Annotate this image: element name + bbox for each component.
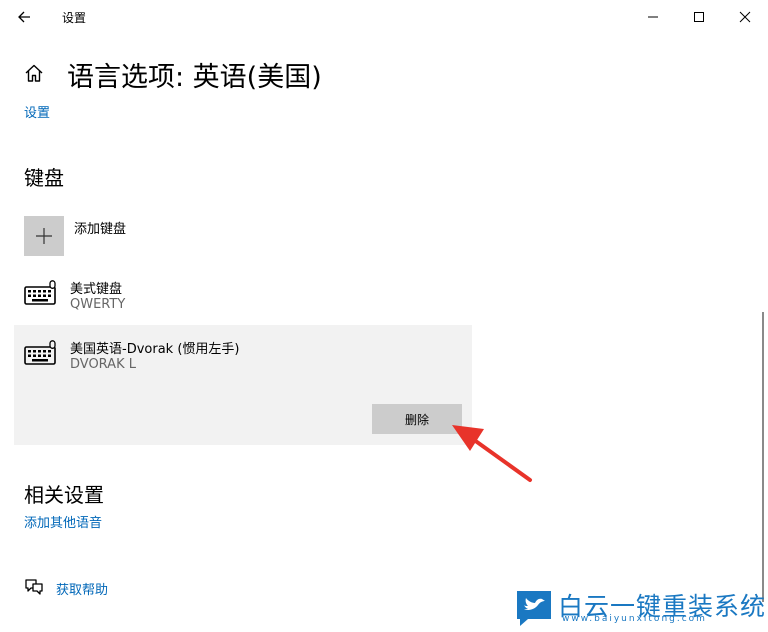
add-keyboard-button[interactable] [24, 216, 64, 256]
page-title: 语言选项: 英语(美国) [67, 62, 322, 93]
keyboard-section-title: 键盘 [24, 166, 64, 190]
home-icon[interactable] [24, 63, 44, 83]
keyboard-icon [24, 340, 58, 370]
keyboard-layout: DVORAK L [70, 357, 136, 372]
keyboard-layout: QWERTY [70, 297, 126, 312]
maximize-icon [694, 12, 704, 22]
get-help-link[interactable]: 获取帮助 [56, 579, 108, 598]
related-settings-title: 相关设置 [24, 483, 104, 507]
add-keyboard-label[interactable]: 添加键盘 [74, 218, 126, 237]
keyboard-icon [24, 280, 58, 310]
close-button[interactable] [722, 4, 768, 30]
back-arrow-icon [18, 11, 30, 23]
scrollbar[interactable] [762, 312, 764, 602]
watermark-url: www.baiyunxitong.com [562, 614, 707, 624]
breadcrumb-settings-link[interactable]: 设置 [24, 102, 50, 121]
annotation-arrow-icon [452, 425, 532, 482]
plus-icon [36, 228, 52, 244]
keyboard-name[interactable]: 美国英语-Dvorak (惯用左手) [70, 338, 239, 357]
help-icon [24, 578, 44, 600]
keyboard-name[interactable]: 美式键盘 [70, 278, 122, 297]
window-title: 设置 [62, 11, 87, 25]
maximize-button[interactable] [676, 4, 722, 30]
bird-logo-icon [514, 589, 554, 631]
minimize-button[interactable] [630, 4, 676, 30]
add-speech-language-link[interactable]: 添加其他语音 [24, 512, 102, 531]
back-button[interactable] [14, 6, 36, 28]
close-icon [739, 11, 751, 23]
minimize-icon [648, 16, 658, 18]
